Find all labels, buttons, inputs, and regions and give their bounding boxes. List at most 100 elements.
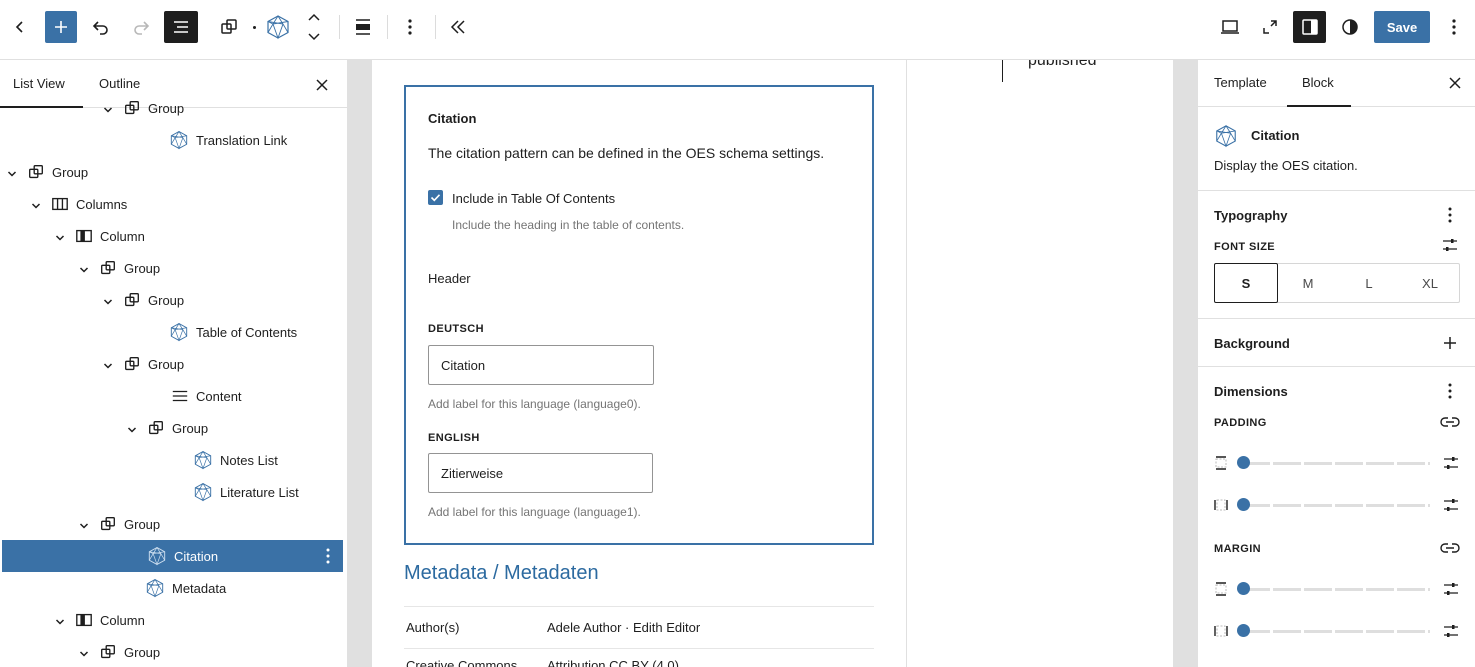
typography-title[interactable]: Typography <box>1214 208 1287 223</box>
list-view-item[interactable]: Group <box>0 508 347 540</box>
list-view-item[interactable]: Translation Link <box>0 124 347 156</box>
chevron-down-icon[interactable] <box>7 167 17 177</box>
font-size-s[interactable]: S <box>1214 263 1278 303</box>
custom-size-icon[interactable] <box>1442 237 1458 256</box>
move-up-down-button[interactable] <box>298 10 330 44</box>
list-view-item[interactable]: Group <box>0 284 347 316</box>
margin-vertical-slider[interactable] <box>1214 579 1460 599</box>
list-view-item[interactable]: Group <box>0 636 347 667</box>
group-block-button[interactable] <box>213 10 245 44</box>
slider-thumb[interactable] <box>1237 582 1250 595</box>
add-background-icon[interactable] <box>1442 335 1458 354</box>
chevron-down-icon[interactable] <box>55 231 65 241</box>
toc-checkbox-label[interactable]: Include in Table Of Contents <box>452 191 615 206</box>
slider-thumb[interactable] <box>1237 498 1250 511</box>
slider-track[interactable] <box>1242 630 1430 633</box>
add-block-button[interactable] <box>45 11 77 43</box>
vertical-sides-icon <box>1215 582 1227 596</box>
close-settings-icon[interactable] <box>1446 74 1464 92</box>
list-view-item[interactable]: Table of Contents <box>0 316 347 348</box>
vertical-sides-icon <box>1215 456 1227 470</box>
group-icon <box>122 290 142 310</box>
list-view-item[interactable]: Content <box>0 380 347 412</box>
undo-button[interactable] <box>85 10 117 44</box>
font-size-m[interactable]: M <box>1277 264 1339 302</box>
custom-value-icon <box>1444 457 1458 469</box>
chevron-down-icon[interactable] <box>103 295 113 305</box>
oes-block-button[interactable] <box>262 10 294 44</box>
group-icon <box>146 418 166 438</box>
list-view-item[interactable]: Group <box>0 348 347 380</box>
block-settings-panel: Template Block Citation Display the OES … <box>1197 60 1475 667</box>
chevron-down-icon[interactable] <box>31 199 41 209</box>
tab-list-view[interactable]: List View <box>13 76 65 91</box>
fullscreen-button[interactable] <box>1254 10 1286 44</box>
margin-caption: MARGIN <box>1214 543 1262 555</box>
settings-tabs: Template Block <box>1198 60 1475 107</box>
list-view-item[interactable]: Metadata <box>0 572 347 604</box>
list-view-item[interactable]: Column <box>0 604 347 636</box>
chevron-down-icon[interactable] <box>127 423 137 433</box>
typography-options-icon[interactable] <box>1442 206 1458 227</box>
margin-horizontal-slider[interactable] <box>1214 621 1460 641</box>
list-view-item[interactable]: Column <box>0 220 347 252</box>
list-view-item-label: Column <box>100 228 145 244</box>
list-view-item-label: Metadata <box>172 580 227 596</box>
padding-horizontal-slider[interactable] <box>1214 495 1460 515</box>
tab-template[interactable]: Template <box>1214 75 1267 90</box>
list-view-item[interactable]: Literature List <box>0 476 347 508</box>
chevron-down-icon[interactable] <box>103 103 113 113</box>
english-label-input[interactable]: Zitierweise <box>428 453 653 493</box>
chevron-down-icon[interactable] <box>79 519 89 529</box>
more-options-button[interactable] <box>394 10 426 44</box>
padding-vertical-slider[interactable] <box>1214 453 1460 473</box>
editor-toolbar: Save <box>0 0 1475 60</box>
slider-track[interactable] <box>1242 588 1430 591</box>
chevron-down-icon[interactable] <box>79 647 89 657</box>
background-title[interactable]: Background <box>1214 336 1290 351</box>
toc-checkbox[interactable] <box>428 190 443 205</box>
styles-button[interactable] <box>1334 10 1366 44</box>
slider-track[interactable] <box>1242 504 1430 507</box>
citation-block[interactable]: Citation The citation pattern can be def… <box>404 85 874 545</box>
chevron-down-icon[interactable] <box>79 263 89 273</box>
collapse-toolbar-button[interactable] <box>442 10 474 44</box>
slider-thumb[interactable] <box>1237 624 1250 637</box>
options-menu-button[interactable] <box>1438 10 1470 44</box>
save-button[interactable]: Save <box>1374 11 1430 43</box>
group-icon <box>221 19 237 34</box>
collapse-icon <box>450 20 465 34</box>
more-options-icon <box>408 19 412 35</box>
dimensions-options-icon[interactable] <box>1442 382 1458 403</box>
list-view-item[interactable]: Group <box>0 252 347 284</box>
redo-button[interactable] <box>125 10 157 44</box>
link-sides-icon[interactable] <box>1440 415 1460 432</box>
list-view-item[interactable]: Group <box>0 92 347 124</box>
block-options-icon[interactable] <box>320 547 336 568</box>
chevron-down-icon[interactable] <box>55 615 65 625</box>
chevron-down-icon[interactable] <box>103 359 113 369</box>
slider-thumb[interactable] <box>1237 456 1250 469</box>
deutsch-label-input[interactable]: Citation <box>428 345 654 385</box>
list-view-item[interactable]: Citation <box>1 539 344 573</box>
tab-outline[interactable]: Outline <box>99 76 140 91</box>
font-size-l[interactable]: L <box>1338 264 1400 302</box>
list-view-button[interactable] <box>164 11 198 43</box>
list-view-item-label: Literature List <box>220 484 299 500</box>
slider-track[interactable] <box>1242 462 1430 465</box>
list-view-item[interactable]: Columns <box>0 188 347 220</box>
group-icon <box>98 642 118 662</box>
align-button[interactable] <box>347 10 379 44</box>
list-view-item[interactable]: Group <box>0 412 347 444</box>
desktop-preview-button[interactable] <box>1214 10 1246 44</box>
settings-sidebar-toggle[interactable] <box>1293 11 1326 43</box>
oes-block-icon <box>169 322 189 342</box>
list-view-item[interactable]: Notes List <box>0 444 347 476</box>
list-view-item[interactable]: Group <box>0 156 347 188</box>
group-icon <box>122 98 142 118</box>
font-size-xl[interactable]: XL <box>1399 264 1461 302</box>
back-chevron-icon[interactable] <box>4 10 36 44</box>
link-sides-icon[interactable] <box>1440 541 1460 558</box>
dimensions-title[interactable]: Dimensions <box>1214 384 1288 399</box>
tab-block[interactable]: Block <box>1302 75 1334 90</box>
